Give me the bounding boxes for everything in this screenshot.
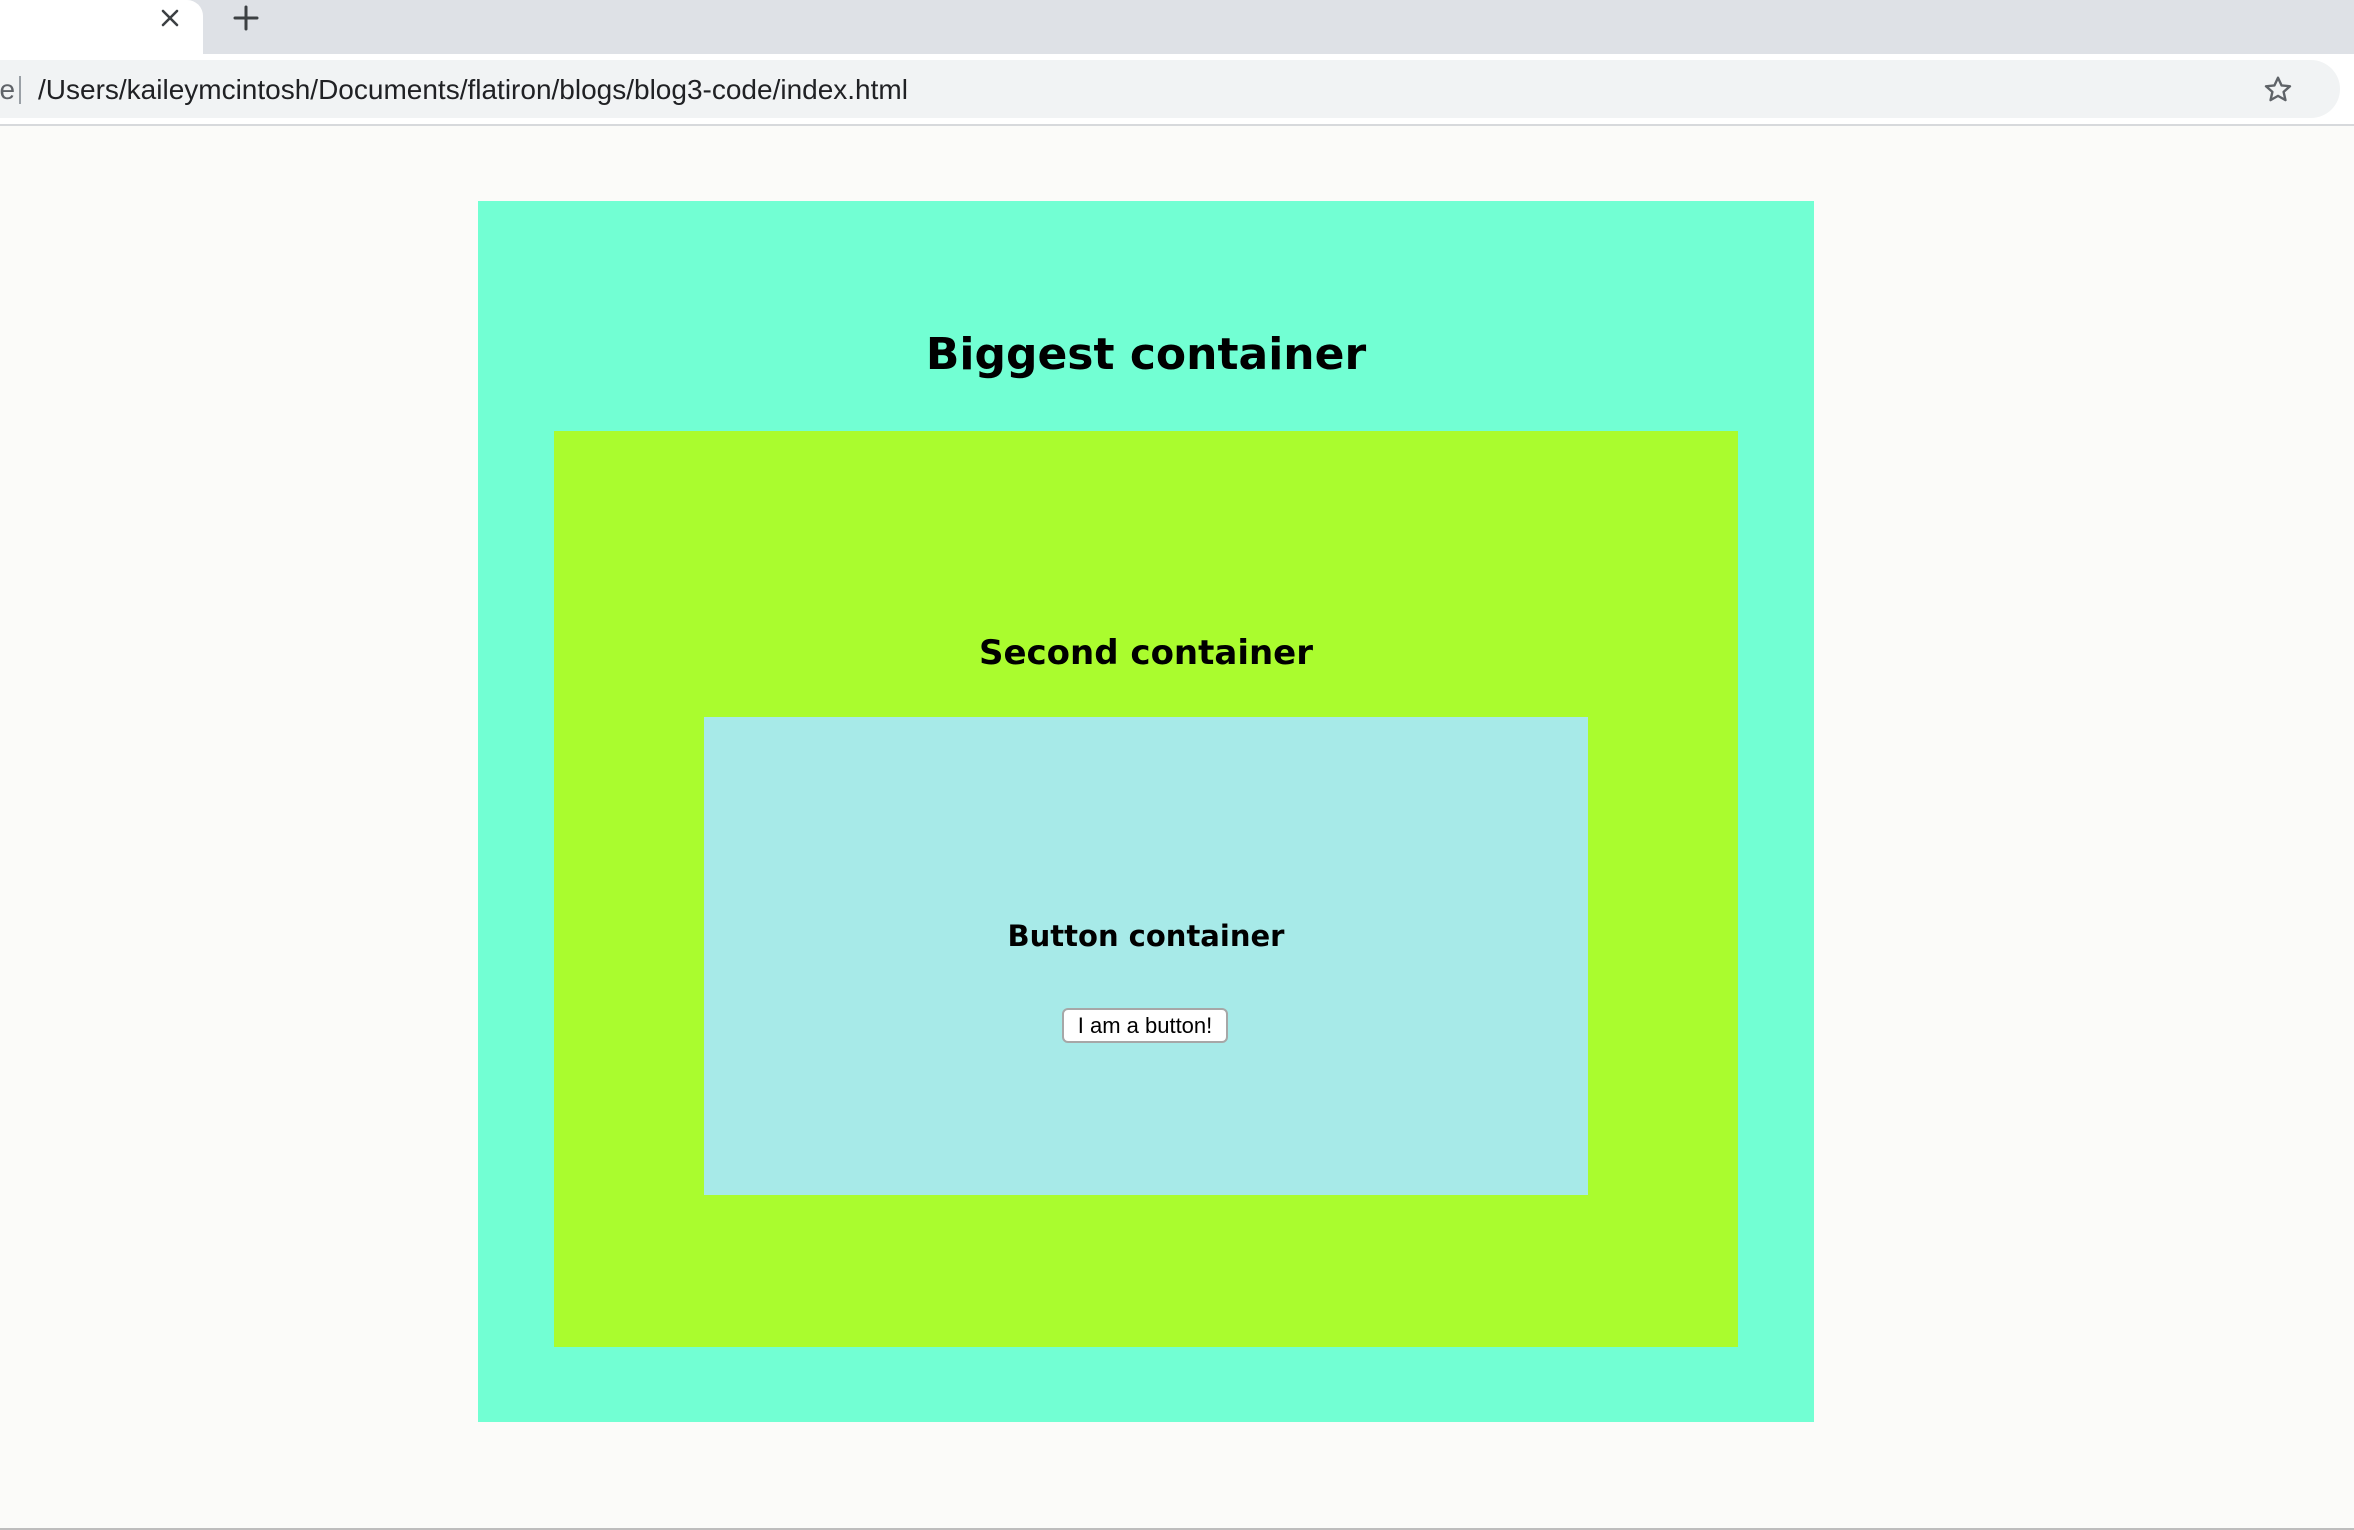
biggest-container: Biggest container Second container Butto…: [478, 201, 1814, 1422]
plus-icon: [233, 5, 259, 31]
i-am-a-button[interactable]: I am a button!: [1062, 1008, 1228, 1043]
second-container: Second container Button container I am a…: [554, 431, 1738, 1347]
scheme-divider: [19, 76, 21, 104]
active-tab[interactable]: [0, 0, 203, 54]
url-text[interactable]: /Users/kaileymcintosh/Documents/flatiron…: [38, 75, 908, 105]
button-container: Button container I am a button!: [704, 717, 1588, 1195]
page-viewport: Biggest container Second container Butto…: [0, 126, 2354, 1528]
star-icon[interactable]: [2260, 72, 2296, 108]
button-container-heading: Button container: [1007, 919, 1285, 953]
new-tab-button[interactable]: [226, 0, 266, 36]
second-container-heading: Second container: [978, 633, 1314, 673]
file-scheme-label: File: [0, 74, 16, 105]
close-icon-glyph: [161, 9, 179, 27]
bookmark-star-glyph: [2264, 76, 2292, 102]
close-icon[interactable]: [152, 0, 188, 36]
address-bar[interactable]: File /Users/kaileymcintosh/Documents/fla…: [0, 60, 2340, 118]
browser-toolbar: File /Users/kaileymcintosh/Documents/fla…: [0, 54, 2354, 126]
biggest-container-heading: Biggest container: [925, 329, 1367, 380]
tab-strip: [0, 0, 2354, 54]
